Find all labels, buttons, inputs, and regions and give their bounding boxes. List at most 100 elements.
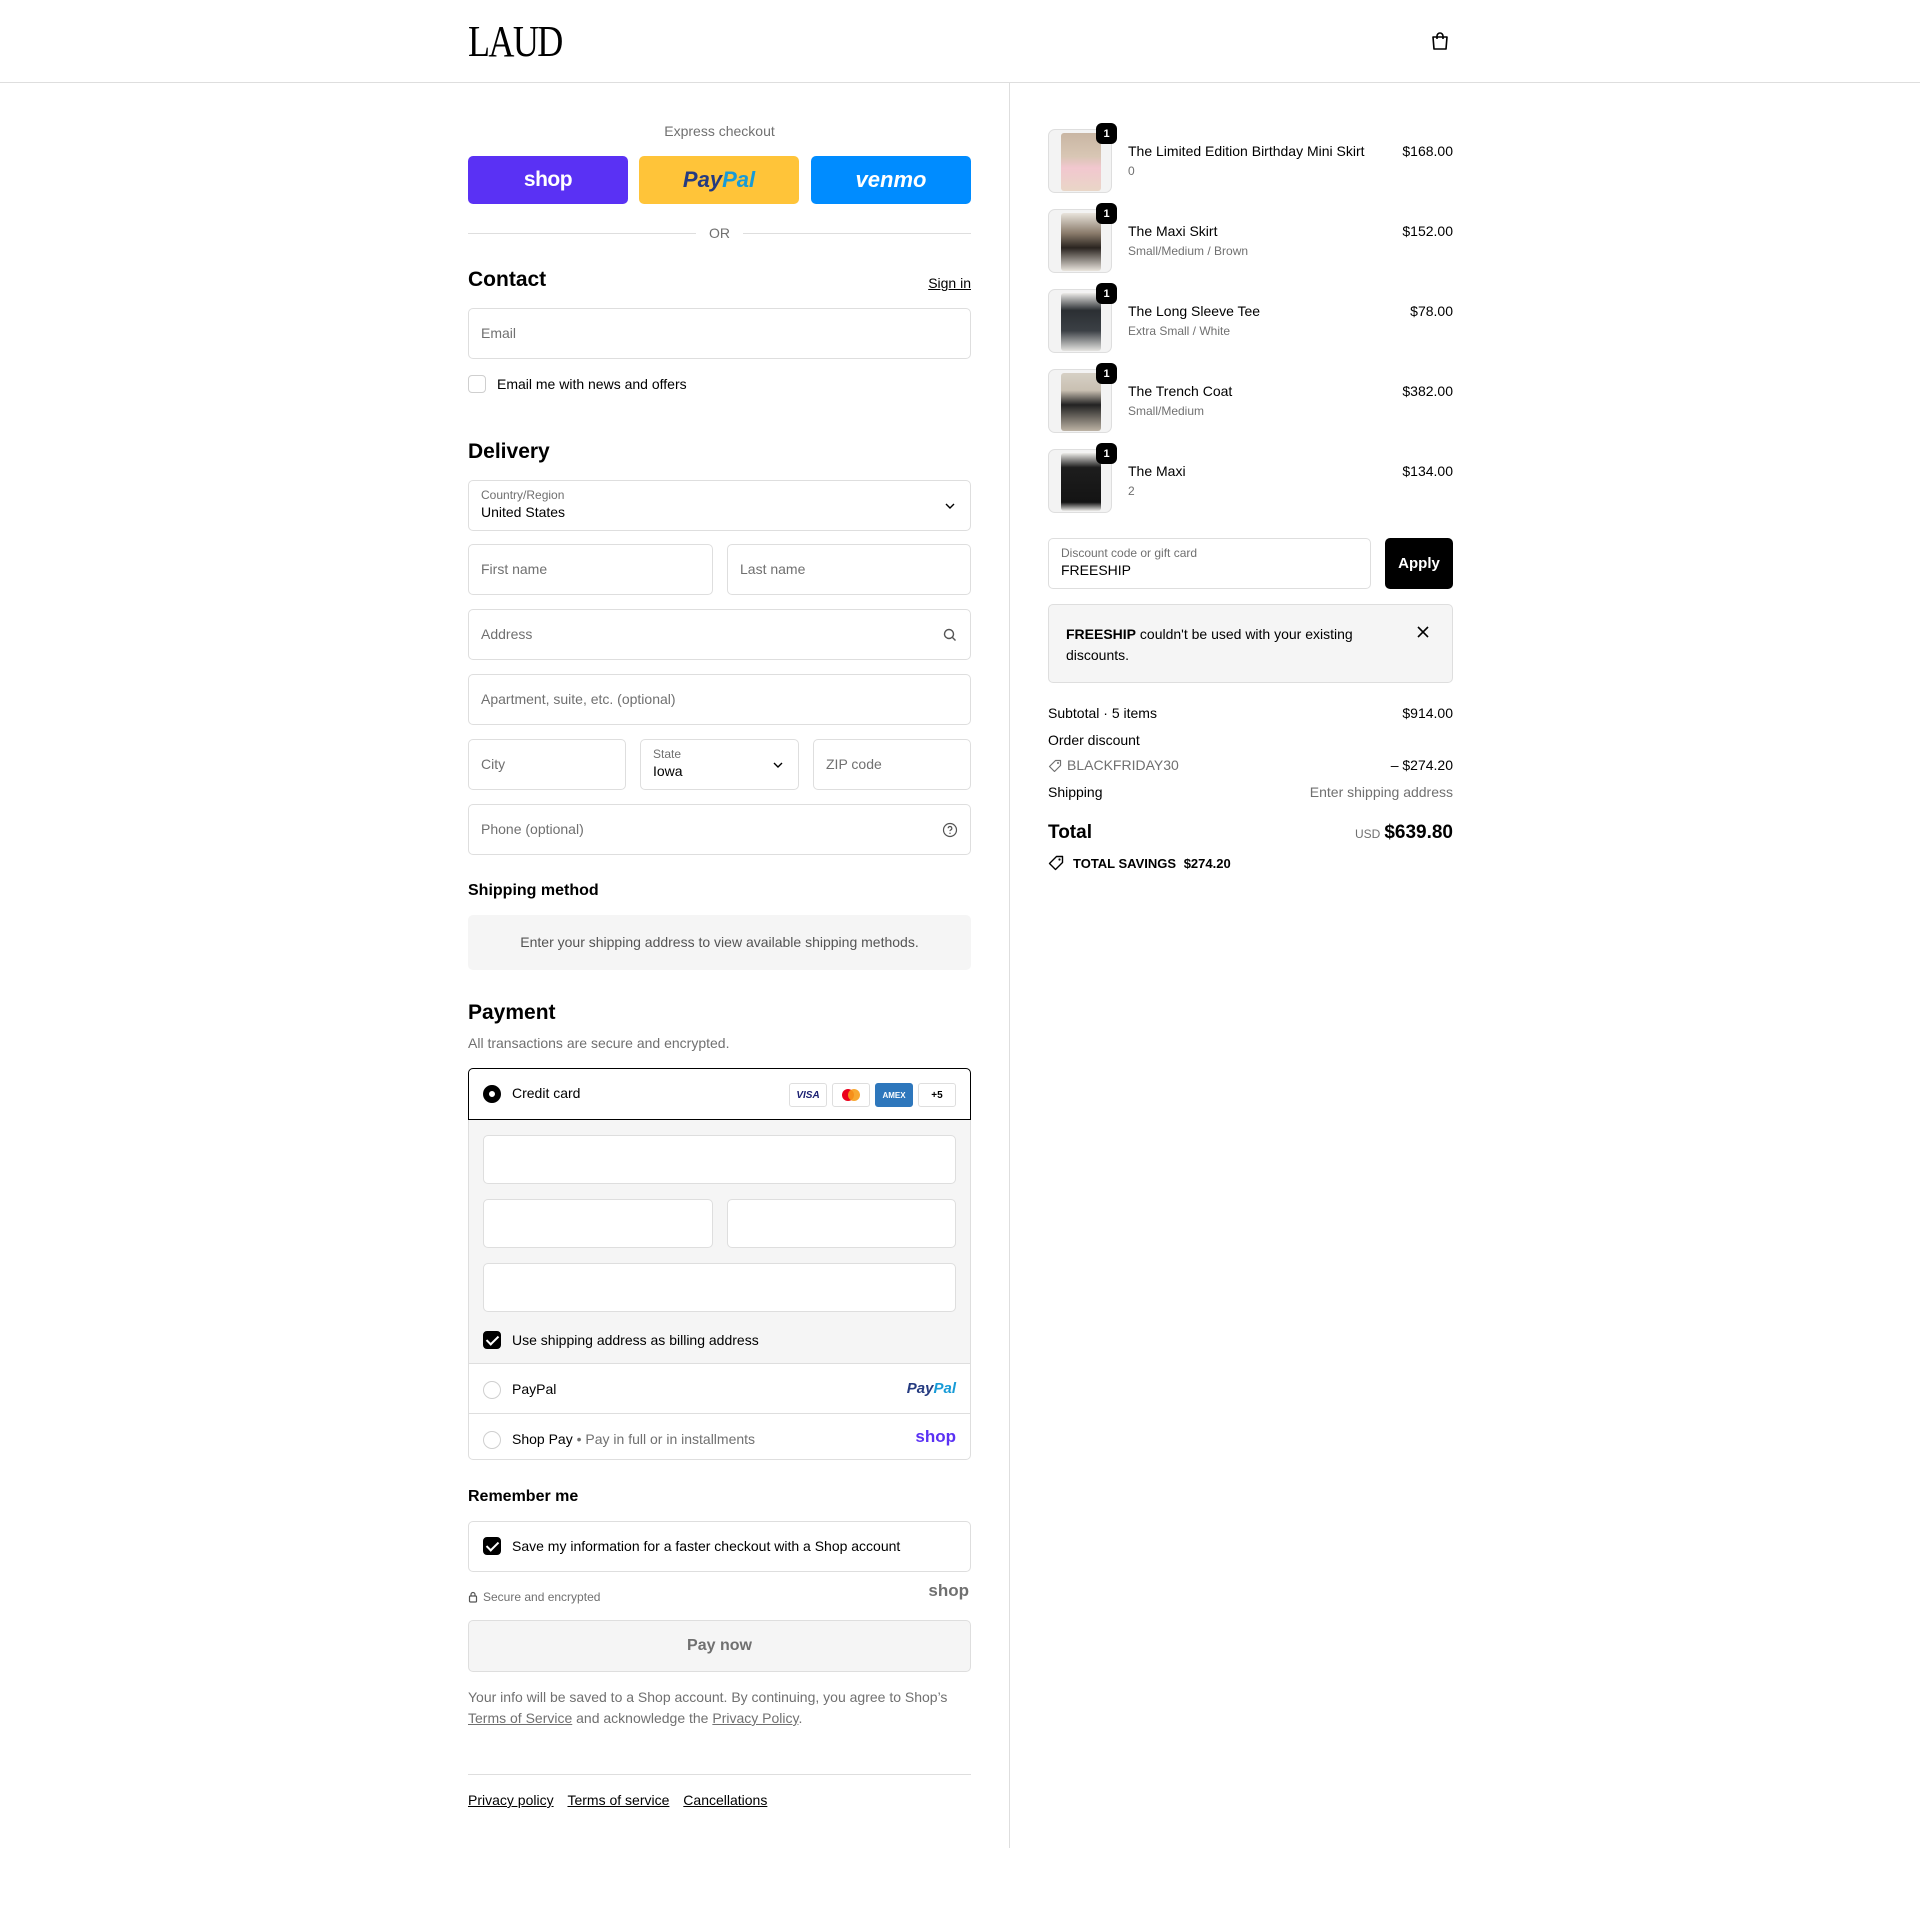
paypal-label: PayPal (512, 1381, 557, 1397)
discount-code-field[interactable]: Discount code or gift card FREESHIP (1048, 538, 1371, 589)
address-placeholder: Address (481, 626, 533, 642)
footer-terms-link[interactable]: Terms of service (567, 1792, 669, 1808)
total-value: $639.80 (1384, 822, 1453, 843)
paypal-logo-pal: Pal (722, 167, 756, 192)
discount-value: FREESHIP (1061, 562, 1132, 578)
payment-subtitle: All transactions are secure and encrypte… (468, 1035, 730, 1051)
amex-icon: AMEX (875, 1083, 913, 1107)
contact-title: Contact (468, 268, 547, 291)
help-icon[interactable] (942, 822, 958, 838)
paypal-logo-pay: Pay (906, 1380, 934, 1397)
card-name-field[interactable] (483, 1263, 956, 1312)
item-variant: 2 (1128, 484, 1135, 498)
item-price: $168.00 (1402, 143, 1453, 159)
card-expiry-field[interactable] (483, 1199, 713, 1248)
last-name-field[interactable]: Last name (727, 544, 971, 595)
currency-code: USD (1354, 827, 1381, 841)
quantity-badge: 1 (1096, 443, 1117, 464)
store-logo[interactable]: LAUD (468, 18, 563, 66)
shop-pay-label: Shop Pay (512, 1431, 573, 1447)
item-name: The Maxi (1128, 463, 1186, 479)
country-select[interactable]: Country/Region United States (468, 480, 971, 531)
shop-pay-button[interactable]: shop (468, 156, 628, 204)
news-label: Email me with news and offers (497, 376, 687, 392)
quantity-badge: 1 (1096, 203, 1117, 224)
footer-privacy-link[interactable]: Privacy policy (468, 1792, 554, 1808)
card-cvv-field[interactable] (727, 1199, 956, 1248)
chevron-down-icon (945, 503, 955, 509)
legal-text-part: Your info will be saved to a Shop accoun… (468, 1689, 948, 1705)
mastercard-icon (832, 1083, 870, 1107)
item-price: $152.00 (1402, 223, 1453, 239)
paypal-logo-pal: Pal (933, 1380, 956, 1397)
shipping-label: Shipping (1048, 784, 1103, 800)
pay-now-button[interactable]: Pay now (468, 1620, 971, 1672)
savings-row: TOTAL SAVINGS $274.20 (1073, 856, 1231, 871)
state-value: Iowa (653, 763, 683, 779)
paypal-option[interactable]: PayPal PayPal (469, 1365, 970, 1414)
venmo-button[interactable]: venmo (811, 156, 971, 204)
news-checkbox[interactable] (468, 375, 486, 393)
email-field[interactable]: Email (468, 308, 971, 359)
sign-in-link[interactable]: Sign in (928, 275, 971, 291)
savings-tag-icon (1048, 855, 1064, 871)
address-field[interactable]: Address (468, 609, 971, 660)
paypal-button[interactable]: Pay Pal (639, 156, 799, 204)
item-name: The Maxi Skirt (1128, 223, 1218, 239)
product-thumbnail: 1 (1048, 123, 1117, 193)
apartment-field[interactable]: Apartment, suite, etc. (optional) (468, 674, 971, 725)
phone-field[interactable]: Phone (optional) (468, 804, 971, 855)
shop-pay-radio[interactable] (483, 1431, 501, 1449)
privacy-policy-link[interactable]: Privacy Policy (712, 1710, 798, 1726)
quantity-badge: 1 (1096, 123, 1117, 144)
billing-label: Use shipping address as billing address (512, 1332, 759, 1348)
subtotal-label: Subtotal · 5 items (1048, 705, 1157, 721)
card-number-field[interactable] (483, 1135, 956, 1184)
lock-icon (468, 1591, 478, 1603)
credit-card-option[interactable]: Credit card VISA AMEX +5 (468, 1068, 971, 1120)
remember-box: Save my information for a faster checkou… (468, 1521, 971, 1572)
city-placeholder: City (481, 756, 506, 772)
payment-title: Payment (468, 1001, 556, 1024)
phone-placeholder: Phone (optional) (481, 821, 584, 837)
save-info-checkbox[interactable] (483, 1537, 501, 1555)
visa-icon: VISA (789, 1083, 827, 1107)
column-divider (1009, 83, 1010, 1848)
shop-logo: shop (915, 1427, 956, 1446)
notice-text: FREESHIP couldn't be used with your exis… (1066, 624, 1396, 666)
zip-field[interactable]: ZIP code (813, 739, 971, 790)
header: LAUD (0, 0, 1920, 83)
shop-pay-option[interactable]: Shop Pay • Pay in full or in installment… (469, 1415, 970, 1460)
city-field[interactable]: City (468, 739, 626, 790)
state-label: State (653, 747, 682, 761)
chevron-down-icon (773, 762, 783, 768)
footer-cancellations-link[interactable]: Cancellations (683, 1792, 767, 1808)
zip-placeholder: ZIP code (826, 756, 882, 772)
close-icon[interactable] (1416, 625, 1430, 639)
subtotal-value: $914.00 (1402, 705, 1453, 721)
legal-period: . (798, 1710, 803, 1726)
discount-label: Discount code or gift card (1061, 546, 1198, 560)
item-name: The Long Sleeve Tee (1128, 303, 1261, 319)
terms-of-service-link[interactable]: Terms of Service (468, 1710, 572, 1726)
credit-card-label: Credit card (512, 1085, 581, 1101)
payment-methods: Credit card VISA AMEX +5 Use shipping ad… (468, 1068, 971, 1460)
product-thumbnail: 1 (1048, 443, 1117, 513)
shopping-bag-icon[interactable] (1429, 30, 1451, 52)
billing-checkbox[interactable] (483, 1331, 501, 1349)
state-select[interactable]: State Iowa (640, 739, 799, 790)
country-value: United States (481, 504, 566, 520)
item-variant: Small/Medium / Brown (1128, 244, 1249, 258)
discount-amount: – $274.20 (1390, 757, 1453, 773)
shop-logo: shop (928, 1581, 969, 1600)
total-group: USD $639.80 (1355, 822, 1453, 844)
or-divider: OR (468, 223, 971, 243)
paypal-logo: PayPal (907, 1380, 956, 1397)
discount-code-label: BLACKFRIDAY30 (1067, 757, 1179, 773)
savings-label: TOTAL SAVINGS (1073, 856, 1177, 871)
credit-card-radio[interactable] (483, 1085, 501, 1103)
apply-button[interactable]: Apply (1385, 538, 1453, 589)
first-name-field[interactable]: First name (468, 544, 713, 595)
item-variant: 0 (1128, 164, 1135, 178)
paypal-radio[interactable] (483, 1381, 501, 1399)
